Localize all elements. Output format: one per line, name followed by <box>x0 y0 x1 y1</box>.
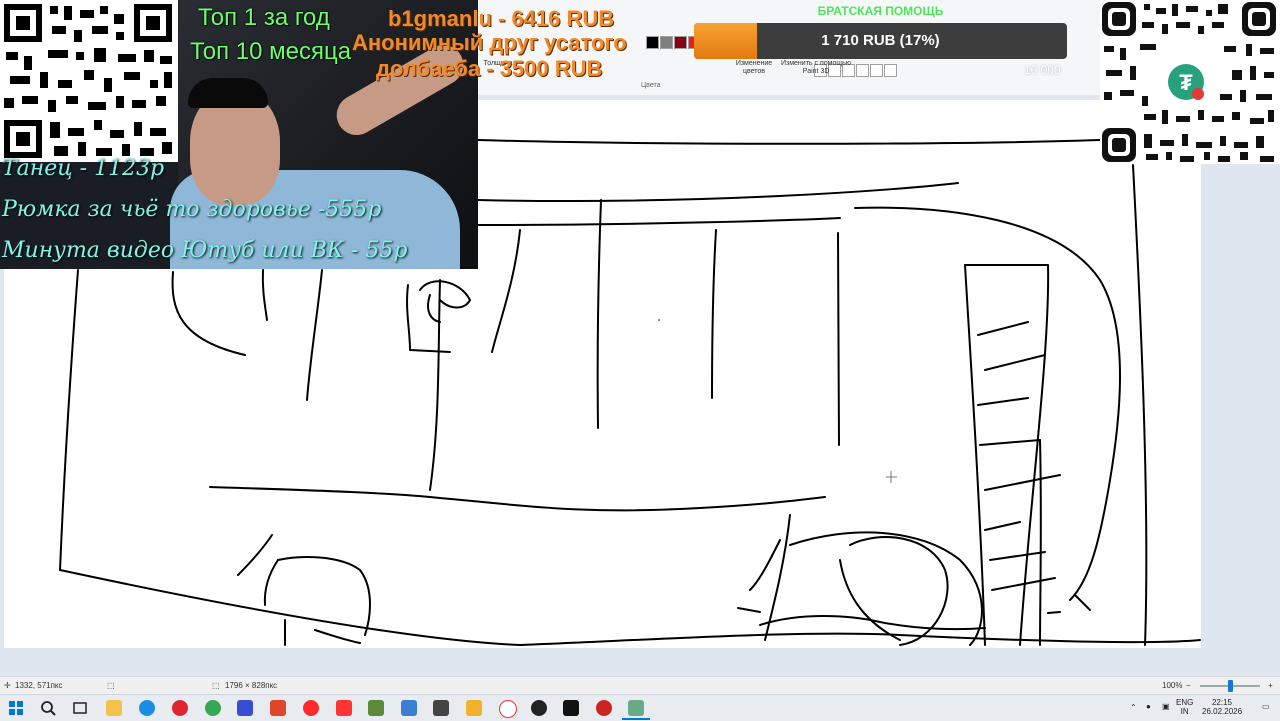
cursor-position: 1332, 571пкс <box>15 681 63 690</box>
canvas-size-icon: ⬚ <box>212 681 220 690</box>
zoom-slider-thumb[interactable] <box>1228 680 1233 692</box>
donation-line-1: b1gmanlu - 6416 RUB <box>388 6 615 31</box>
zoom-in-button[interactable]: + <box>1268 681 1273 690</box>
tray-app-icon[interactable]: ▣ <box>1162 702 1170 711</box>
price-item-video: Минута видео Ютуб или ВК - 55р <box>2 238 408 263</box>
notification-icon[interactable]: ▭ <box>1262 702 1270 711</box>
app-icon-yellow[interactable] <box>466 700 482 716</box>
app-icon-shield[interactable] <box>237 700 253 716</box>
microphone-icon[interactable]: ● <box>1146 702 1151 711</box>
paint3d-button[interactable]: Изменить с помощью Paint 3D <box>780 60 852 76</box>
windows-start-icon[interactable] <box>8 700 24 716</box>
donation-line-2: Анонимный друг усатого <box>352 30 627 55</box>
brave-icon[interactable] <box>270 700 286 716</box>
zoom-level: 100% <box>1162 681 1183 690</box>
app-icon-red-circle[interactable] <box>596 700 612 716</box>
canvas-size: 1796 × 828пкс <box>225 681 278 690</box>
top-month-label: Топ 10 месяца <box>190 38 352 65</box>
search-icon[interactable] <box>40 700 56 716</box>
goal-max-label: 10 000 <box>1024 63 1061 77</box>
minecraft-icon[interactable] <box>368 700 384 716</box>
goal-title: БРАТСКАЯ ПОМОЩЬ <box>817 4 944 18</box>
paint-status-bar: ✛ 1332, 571пкс ⬚ ⬚ 1796 × 828пкс 100% − … <box>0 676 1280 695</box>
cursor-position-icon: ✛ <box>4 681 11 690</box>
price-item-dance: Танец - 1123р <box>2 156 165 181</box>
svg-text:₮: ₮ <box>1179 70 1193 95</box>
edge-icon[interactable] <box>139 700 155 716</box>
task-view-icon[interactable] <box>72 700 88 716</box>
opera-gx-icon[interactable] <box>303 700 319 716</box>
streamer-cap <box>188 78 268 108</box>
goal-progress-bar: 1 710 RUB (17%) <box>694 23 1067 59</box>
clock[interactable]: 22:15 26.02.2026 <box>1202 698 1242 716</box>
tray-chevron-icon[interactable]: ⌃ <box>1130 703 1137 712</box>
zoom-slider[interactable] <box>1200 680 1260 692</box>
price-item-shot: Рюмка за чьё то здоровье -555р <box>2 197 382 222</box>
crosshair-cursor <box>886 471 897 483</box>
app-icon-star[interactable] <box>433 700 449 716</box>
edit-colors-button[interactable]: Изменение цветов <box>728 60 780 76</box>
colors-group-label: Цвета <box>641 82 661 89</box>
yandex-browser-icon[interactable] <box>499 700 517 718</box>
windows-taskbar: ⌃ ● ▣ ENG IN 22:15 26.02.2026 ▭ <box>0 694 1280 721</box>
file-explorer-icon[interactable] <box>106 700 122 716</box>
obs-icon[interactable] <box>563 700 579 716</box>
chatgpt-icon[interactable] <box>531 700 547 716</box>
opera-icon[interactable] <box>172 700 188 716</box>
qr-code-right: ₮ <box>1100 0 1280 164</box>
donation-line-3: долбаеба - 3500 RUB <box>376 56 603 81</box>
yandex-icon[interactable] <box>336 700 352 716</box>
qr-code-left <box>0 0 178 162</box>
zoom-out-button[interactable]: − <box>1186 681 1191 690</box>
app-icon-blue[interactable] <box>401 700 417 716</box>
goal-progress-text: 1 710 RUB (17%) <box>821 32 940 49</box>
paint-icon[interactable] <box>628 700 644 716</box>
language-indicator[interactable]: ENG IN <box>1176 698 1193 716</box>
chrome-icon[interactable] <box>205 700 221 716</box>
top-year-label: Топ 1 за год <box>198 4 330 31</box>
selection-size-icon: ⬚ <box>107 681 115 690</box>
